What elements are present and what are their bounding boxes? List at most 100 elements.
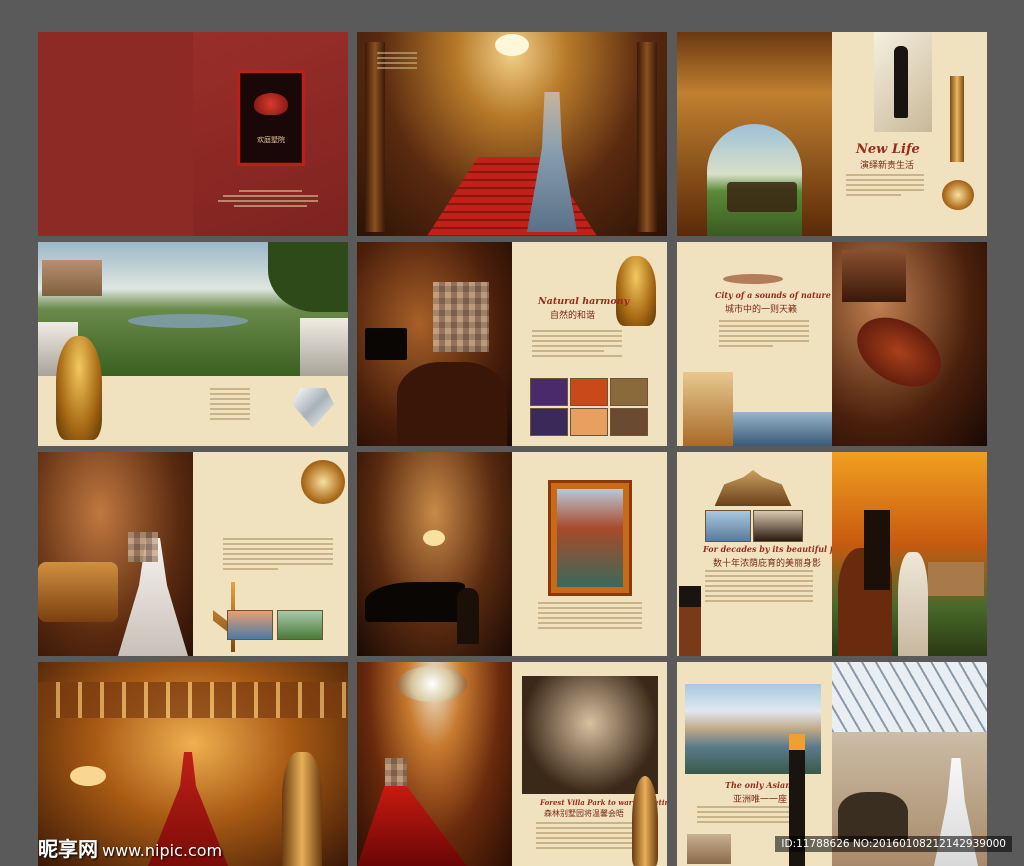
watermark-logo: 昵享网 www.nipic.com [38,833,222,862]
face-pixelated [385,758,407,788]
intro-text-block [377,52,417,72]
domed-hall-photo [357,662,512,866]
thumb-castle [705,510,751,542]
violin-icon [845,303,953,401]
thumb-5 [570,408,608,436]
cover-emblem: 欢庭墅院 [237,70,305,166]
equestrian-statue-photo [557,489,623,587]
spread-garden[interactable] [38,242,348,446]
fountain-pool [128,314,248,328]
spread-bride-interior[interactable] [38,452,348,656]
carriage-horses [727,182,797,212]
thumb-6 [610,408,648,436]
rider-figure [864,510,890,590]
face-pixelated [433,282,489,352]
dining-photo [522,676,658,794]
right-column [637,42,657,232]
piano-page [512,452,667,656]
dome-window [495,34,529,56]
ornament-icon [723,274,783,284]
top-hat [365,328,407,360]
bride-text [223,538,333,573]
grand-piano [365,582,465,622]
street-lamp-icon [679,586,701,656]
city-sounds-title-cn: 城市中的一则天籁 [725,305,798,315]
garden-text [210,388,250,423]
golden-bust-icon [56,336,102,440]
only-asian-title-en: The only Asian a [725,780,799,790]
golden-lantern-icon [632,776,658,866]
archway-photo [677,32,832,236]
only-asian-title-cn: 亚洲唯一一座 [733,795,788,805]
golden-bust-icon [616,256,656,326]
figure-text [705,570,813,605]
image-id-label: ID:11788626 NO:20160108212142939000 [775,836,1012,852]
diamond-icon [292,388,334,428]
thumb-garden [277,610,323,640]
harmony-page: Natural harmony 自然的和谐 [512,242,667,446]
cover-emblem-text: 欢庭墅院 [257,136,285,144]
gentlemen-photo [357,242,512,446]
bride-page [193,452,348,656]
woman-portrait [683,372,733,446]
tree [268,242,348,312]
thumb-couple [753,510,803,542]
spread-city-sounds[interactable]: City of a sounds of nature 城市中的一则天籁 [677,242,987,446]
arch-opening [707,124,802,236]
forest-villa-page: Forest Villa Park to warm meeting 森林别墅园将… [512,662,667,866]
forest-villa-text [536,822,632,852]
spread-forest-villa[interactable]: Forest Villa Park to warm meeting 森林别墅园将… [357,662,667,866]
watermark-logo-text: 昵享网 [38,837,98,861]
crown-icon [254,93,288,115]
chandelier-icon [423,530,445,546]
spread-grand-staircase[interactable] [357,32,667,236]
glass-roof [832,662,987,732]
thumb-4 [530,408,568,436]
piano-text [538,602,642,632]
cover-back-page [38,32,193,236]
figure-title-en: For decades by its beautiful figure [703,544,832,554]
leather-sofa [38,562,118,622]
garden-text-band [38,336,348,446]
spread-piano[interactable] [357,452,667,656]
new-life-page: New Life 演绎新贵生活 [832,32,987,236]
balcony-row [38,682,348,718]
manor-house [928,562,984,596]
spread-beautiful-figure[interactable]: For decades by its beautiful figure 数十年浓… [677,452,987,656]
statue-frame [548,480,632,596]
forest-villa-title-cn: 森林别墅园将温馨会晤 [544,809,624,818]
cover-text-block [218,190,323,210]
staircase-hall-photo [357,32,667,236]
watermark-url: www.nipic.com [102,841,223,860]
salon-photo [38,452,193,656]
face-pixelated [842,250,906,302]
crown-ring-icon [301,460,345,504]
spread-natural-harmony[interactable]: Natural harmony 自然的和谐 [357,242,667,446]
violinist-photo [832,242,987,446]
face-pixelated [128,532,158,562]
villa-building [42,260,102,296]
spread-new-life[interactable]: New Life 演绎新贵生活 [677,32,987,236]
coat-figure [397,362,507,446]
villa-sketch [687,834,731,864]
red-gown [357,786,467,866]
cover-front-page: 欢庭墅院 [193,32,348,236]
city-sounds-title-en: City of a sounds of nature [715,290,831,300]
new-life-title-cn: 演绎新贵生活 [860,161,915,171]
gold-pillar [950,76,964,162]
city-sounds-page: City of a sounds of nature 城市中的一则天籁 [677,242,832,446]
thumb-2 [570,378,608,406]
thumb-3 [610,378,648,406]
figure-title-cn: 数十年浓荫庇育的美丽身影 [713,559,822,569]
spread-cover[interactable]: 欢庭墅院 [38,32,348,236]
piano-hall-photo [357,452,512,656]
harbor-photo [731,412,832,446]
harmony-text [532,330,622,360]
new-life-text [846,174,924,199]
jewel-ring-icon [942,180,974,210]
glass-dome [397,666,467,702]
chandelier-left [70,766,106,786]
thumb-venice [227,610,273,640]
city-sounds-text [719,320,809,350]
harmony-title-cn: 自然的和谐 [550,311,596,321]
